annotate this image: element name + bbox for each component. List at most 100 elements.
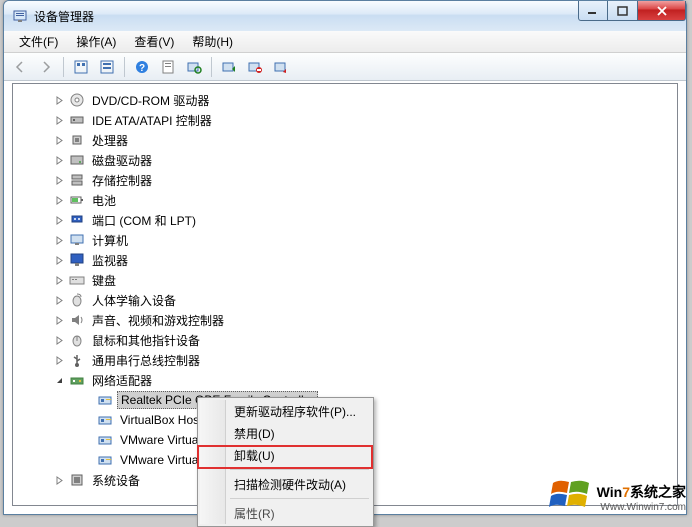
menu-separator — [230, 469, 369, 470]
titlebar[interactable]: 设备管理器 — [4, 1, 686, 31]
tree-label: VMware Virtua — [117, 452, 201, 468]
menubar: 文件(F) 操作(A) 查看(V) 帮助(H) — [4, 31, 686, 53]
ide-icon — [69, 112, 85, 128]
tree-label: 鼠标和其他指针设备 — [89, 331, 203, 350]
tree-label: VirtualBox Hos — [117, 412, 202, 428]
svg-text:?: ? — [139, 63, 145, 74]
expand-icon[interactable] — [53, 134, 65, 146]
tree-node[interactable]: IDE ATA/ATAPI 控制器 — [15, 110, 675, 130]
maximize-button[interactable] — [608, 1, 638, 21]
storage-icon — [69, 172, 85, 188]
tree-label: VMware Virtua — [117, 432, 201, 448]
help-button[interactable]: ? — [130, 55, 154, 79]
netcard-icon — [97, 432, 113, 448]
tree-label: 系统设备 — [89, 471, 143, 490]
ctx-disable[interactable]: 禁用(D) — [200, 422, 371, 444]
sound-icon — [69, 312, 85, 328]
toolbar: ? — [4, 53, 686, 81]
tree-node[interactable]: 人体学输入设备 — [15, 290, 675, 310]
tree-label: 存储控制器 — [89, 171, 155, 190]
expand-icon[interactable] — [53, 314, 65, 326]
tree-label: 磁盘驱动器 — [89, 151, 155, 170]
tree-node[interactable]: 处理器 — [15, 130, 675, 150]
toolbar-separator — [124, 57, 125, 77]
port-icon — [69, 212, 85, 228]
tree-node[interactable]: 声音、视频和游戏控制器 — [15, 310, 675, 330]
forward-button[interactable] — [34, 55, 58, 79]
tree-label: 人体学输入设备 — [89, 291, 179, 310]
usb-icon — [69, 352, 85, 368]
window-title: 设备管理器 — [34, 8, 94, 25]
disable-button[interactable] — [269, 55, 293, 79]
properties-button[interactable] — [156, 55, 180, 79]
tree-node[interactable]: 通用串行总线控制器 — [15, 350, 675, 370]
toolbar-separator — [63, 57, 64, 77]
netcard-icon — [97, 412, 113, 428]
expand-icon[interactable] — [53, 274, 65, 286]
expand-icon[interactable] — [53, 234, 65, 246]
expand-icon[interactable] — [53, 334, 65, 346]
expand-icon[interactable] — [53, 154, 65, 166]
app-icon — [12, 8, 28, 24]
expand-icon[interactable] — [53, 474, 65, 486]
view-resources-button[interactable] — [95, 55, 119, 79]
ctx-scan-hardware[interactable]: 扫描检测硬件改动(A) — [200, 473, 371, 495]
cpu-icon — [69, 132, 85, 148]
ctx-update-driver[interactable]: 更新驱动程序软件(P)... — [200, 400, 371, 422]
expand-icon[interactable] — [53, 214, 65, 226]
tree-label: DVD/CD-ROM 驱动器 — [89, 91, 212, 110]
tree-node[interactable]: 鼠标和其他指针设备 — [15, 330, 675, 350]
menu-help[interactable]: 帮助(H) — [183, 31, 242, 52]
expand-icon[interactable] — [53, 254, 65, 266]
tree-label: IDE ATA/ATAPI 控制器 — [89, 111, 215, 130]
tree-node-network[interactable]: 网络适配器 — [15, 370, 675, 390]
update-driver-button[interactable] — [217, 55, 241, 79]
menu-separator — [230, 498, 369, 499]
view-devices-button[interactable] — [69, 55, 93, 79]
expand-icon[interactable] — [53, 294, 65, 306]
menu-action[interactable]: 操作(A) — [67, 31, 125, 52]
scan-hardware-button[interactable] — [182, 55, 206, 79]
tree-label: 声音、视频和游戏控制器 — [89, 311, 227, 330]
menu-view[interactable]: 查看(V) — [125, 31, 183, 52]
expand-icon[interactable] — [53, 194, 65, 206]
window-controls — [578, 1, 686, 21]
tree-label: 监视器 — [89, 251, 131, 270]
netcard-icon — [97, 392, 113, 408]
tree-node[interactable]: 监视器 — [15, 250, 675, 270]
tree-node[interactable]: DVD/CD-ROM 驱动器 — [15, 90, 675, 110]
menu-file[interactable]: 文件(F) — [10, 31, 67, 52]
tree-label: 端口 (COM 和 LPT) — [89, 211, 199, 230]
expand-icon[interactable] — [53, 94, 65, 106]
tree-label: 处理器 — [89, 131, 131, 150]
uninstall-button[interactable] — [243, 55, 267, 79]
collapse-icon[interactable] — [53, 374, 65, 386]
expand-icon[interactable] — [53, 174, 65, 186]
tree-node[interactable]: 存储控制器 — [15, 170, 675, 190]
disk-icon — [69, 152, 85, 168]
expand-icon[interactable] — [53, 354, 65, 366]
close-button[interactable] — [638, 1, 686, 21]
toolbar-separator — [211, 57, 212, 77]
system-icon — [69, 472, 85, 488]
tree-node[interactable]: 电池 — [15, 190, 675, 210]
keyboard-icon — [69, 272, 85, 288]
ctx-uninstall[interactable]: 卸载(U) — [200, 444, 371, 466]
tree-node[interactable]: 计算机 — [15, 230, 675, 250]
expand-icon[interactable] — [53, 114, 65, 126]
mouse-icon — [69, 332, 85, 348]
tree-label: 键盘 — [89, 271, 119, 290]
disc-icon — [69, 92, 85, 108]
tree-node[interactable]: 键盘 — [15, 270, 675, 290]
netcard-icon — [97, 452, 113, 468]
network-icon — [69, 372, 85, 388]
hid-icon — [69, 292, 85, 308]
tree-node[interactable]: 端口 (COM 和 LPT) — [15, 210, 675, 230]
ctx-properties[interactable]: 属性(R) — [200, 502, 371, 524]
computer-icon — [69, 232, 85, 248]
context-menu: 更新驱动程序软件(P)... 禁用(D) 卸载(U) 扫描检测硬件改动(A) 属… — [197, 397, 374, 527]
tree-label: 网络适配器 — [89, 371, 155, 390]
back-button[interactable] — [8, 55, 32, 79]
minimize-button[interactable] — [578, 1, 608, 21]
tree-node[interactable]: 磁盘驱动器 — [15, 150, 675, 170]
